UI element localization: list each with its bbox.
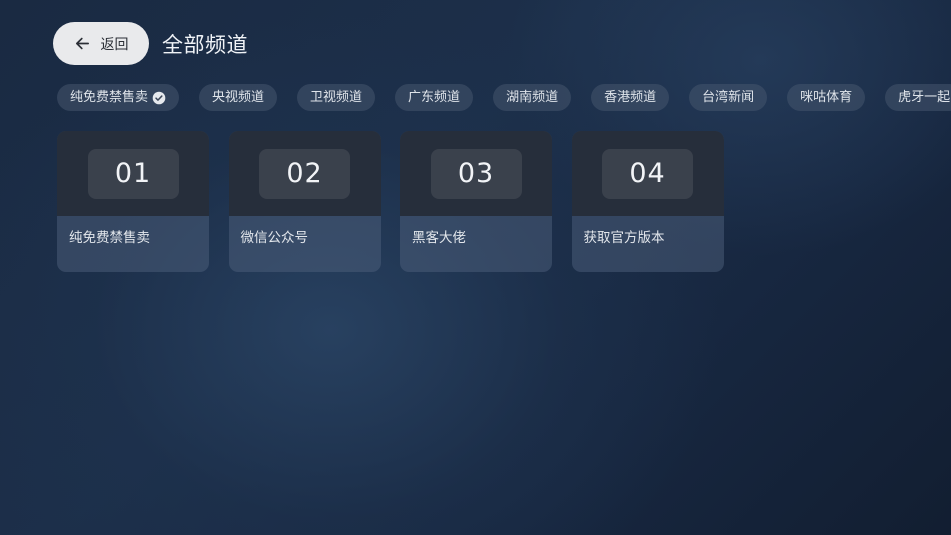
check-circle-icon <box>152 91 166 104</box>
channel-number: 03 <box>430 148 522 199</box>
tab-label: 香港频道 <box>604 90 657 105</box>
tab-label: 咪咕体育 <box>800 90 853 105</box>
channel-name: 黑客大佬 <box>412 230 466 246</box>
tab-category-4[interactable]: 广东频道 <box>395 84 474 111</box>
page-title: 全部频道 <box>162 33 248 57</box>
tab-label: 卫视频道 <box>310 90 363 105</box>
channel-number: 04 <box>602 148 693 199</box>
card-thumbnail: 04 <box>571 131 724 216</box>
tab-category-9[interactable]: 虎牙一起 <box>885 84 951 111</box>
tab-label: 纯免费禁售卖 <box>70 90 149 105</box>
channel-name: 微信公众号 <box>240 230 309 246</box>
tab-label: 湖南频道 <box>506 90 559 105</box>
arrow-left-icon <box>75 37 89 50</box>
tab-category-6[interactable]: 香港频道 <box>591 84 670 111</box>
channel-card[interactable]: 01 纯免费禁售卖 <box>57 131 209 272</box>
channel-number: 01 <box>87 148 179 199</box>
tab-label: 台湾新闻 <box>702 90 755 105</box>
channel-card[interactable]: 03 黑客大佬 <box>400 131 552 272</box>
tab-category-2[interactable]: 央视频道 <box>199 84 278 111</box>
back-label: 返回 <box>100 36 129 53</box>
tab-label: 央视频道 <box>212 90 265 105</box>
card-thumbnail: 03 <box>400 131 552 216</box>
channel-grid: 01 纯免费禁售卖 02 微信公众号 03 黑客大佬 04 获取官方版本 <box>57 131 743 272</box>
tab-label: 虎牙一起 <box>898 90 951 105</box>
tab-category-1[interactable]: 纯免费禁售卖 <box>57 84 180 111</box>
channel-card[interactable]: 04 获取官方版本 <box>571 131 724 272</box>
channel-number: 02 <box>259 148 350 199</box>
tab-category-8[interactable]: 咪咕体育 <box>787 84 866 111</box>
back-button[interactable]: 返回 <box>53 22 149 65</box>
tab-category-5[interactable]: 湖南频道 <box>493 84 572 111</box>
channel-name: 纯免费禁售卖 <box>69 230 150 246</box>
tab-label: 广东频道 <box>408 90 461 105</box>
channel-category-tabs: 纯免费禁售卖 央视频道 卫视频道 广东频道 湖南频道 香港频道 台湾新闻 咪咕体… <box>57 84 951 111</box>
channel-card[interactable]: 02 微信公众号 <box>228 131 381 272</box>
card-thumbnail: 02 <box>228 131 381 216</box>
tab-category-7[interactable]: 台湾新闻 <box>689 84 768 111</box>
card-thumbnail: 01 <box>57 131 209 216</box>
channel-name: 获取官方版本 <box>583 230 665 246</box>
tab-category-3[interactable]: 卫视频道 <box>297 84 376 111</box>
